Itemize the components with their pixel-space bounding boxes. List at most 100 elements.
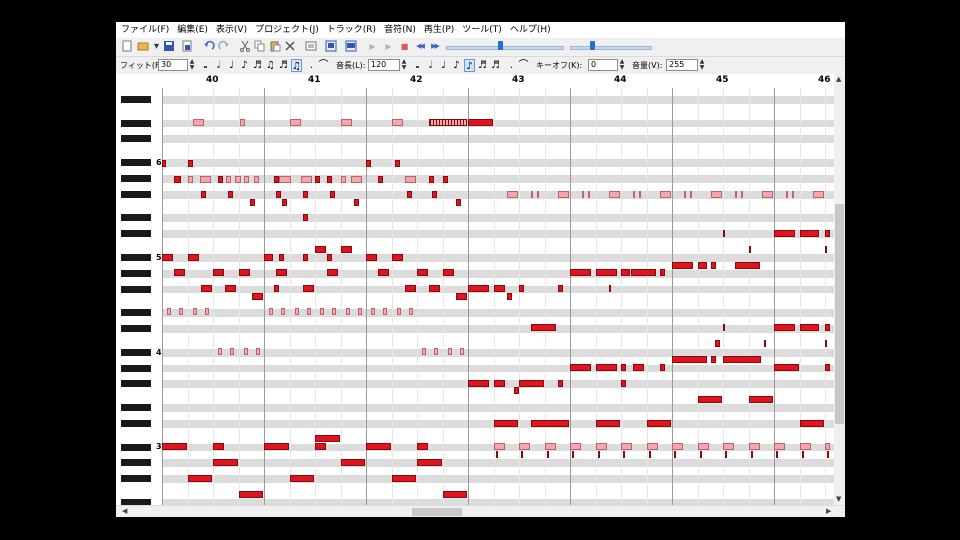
black-key[interactable] [121, 285, 151, 293]
note-unselected[interactable] [697, 443, 709, 450]
note-selected[interactable] [597, 451, 600, 458]
quarter-note-button[interactable]: ♩ [226, 59, 237, 72]
note-selected[interactable] [429, 119, 467, 126]
note-selected[interactable] [595, 269, 617, 276]
black-key[interactable] [121, 269, 151, 277]
note-unselected[interactable] [659, 191, 671, 198]
note-unselected[interactable] [281, 308, 286, 315]
length-sixteenth-button[interactable]: ♪ [464, 59, 475, 72]
note-unselected[interactable] [761, 191, 773, 198]
black-key[interactable] [121, 174, 151, 182]
rewind-icon[interactable]: ◀◀ [413, 40, 426, 53]
note-selected[interactable] [394, 160, 400, 167]
note-selected[interactable] [327, 254, 333, 261]
piano-keyboard[interactable]: 6 5 4 3 [120, 74, 162, 506]
note-unselected[interactable] [588, 191, 591, 198]
sixteenth-note-button[interactable]: ♬ [252, 59, 263, 72]
note-selected[interactable] [621, 269, 631, 276]
note-unselected[interactable] [391, 119, 403, 126]
note-selected[interactable] [557, 380, 563, 387]
note-selected[interactable] [225, 285, 237, 292]
note-selected[interactable] [531, 324, 556, 331]
note-unselected[interactable] [621, 443, 633, 450]
note-selected[interactable] [330, 191, 336, 198]
note-unselected[interactable] [179, 308, 184, 315]
note-selected[interactable] [723, 356, 761, 363]
note-unselected[interactable] [608, 191, 620, 198]
note-grid[interactable] [162, 88, 834, 505]
note-selected[interactable] [274, 285, 280, 292]
note-unselected[interactable] [383, 308, 388, 315]
note-selected[interactable] [513, 387, 519, 394]
half-note-button[interactable]: 𝅗𝅥 [213, 59, 224, 72]
note-unselected[interactable] [204, 308, 209, 315]
note-unselected[interactable] [357, 308, 362, 315]
length-sixty-fourth-button[interactable]: ♬ [490, 59, 501, 72]
note-selected[interactable] [238, 491, 263, 498]
play-from-cursor-icon[interactable]: ▶ [382, 40, 395, 53]
mixer-icon[interactable] [344, 40, 357, 53]
note-selected[interactable] [493, 420, 518, 427]
note-selected[interactable] [174, 269, 186, 276]
properties-icon[interactable] [304, 40, 317, 53]
note-selected[interactable] [825, 246, 828, 253]
length-tie-button[interactable]: ⌒ [518, 59, 529, 72]
note-selected[interactable] [162, 443, 187, 450]
note-selected[interactable] [776, 451, 779, 458]
note-selected[interactable] [406, 191, 412, 198]
note-selected[interactable] [825, 364, 831, 371]
note-unselected[interactable] [748, 443, 760, 450]
note-unselected[interactable] [582, 191, 585, 198]
length-whole-button[interactable]: 𝅝 [412, 59, 423, 72]
menu-project[interactable]: プロジェクト(J) [252, 22, 322, 38]
note-selected[interactable] [302, 254, 308, 261]
note-selected[interactable] [187, 475, 212, 482]
note-selected[interactable] [621, 364, 627, 371]
note-selected[interactable] [442, 176, 448, 183]
black-key[interactable] [121, 95, 151, 103]
note-unselected[interactable] [371, 308, 376, 315]
note-selected[interactable] [353, 199, 359, 206]
note-selected[interactable] [162, 160, 167, 167]
note-selected[interactable] [827, 451, 830, 458]
black-key[interactable] [121, 380, 151, 388]
note-selected[interactable] [315, 246, 327, 253]
note-unselected[interactable] [279, 176, 291, 183]
note-unselected[interactable] [459, 348, 464, 355]
note-selected[interactable] [750, 451, 753, 458]
note-selected[interactable] [213, 269, 225, 276]
dot-button[interactable]: . [306, 59, 317, 72]
note-selected[interactable] [570, 269, 592, 276]
note-unselected[interactable] [723, 443, 735, 450]
note-unselected[interactable] [531, 191, 534, 198]
note-selected[interactable] [697, 396, 722, 403]
note-unselected[interactable] [340, 176, 346, 183]
note-unselected[interactable] [235, 176, 241, 183]
note-selected[interactable] [238, 269, 250, 276]
scroll-down-icon[interactable]: ▼ [836, 495, 841, 503]
cut-icon[interactable] [238, 40, 251, 53]
length-thirty-second-button[interactable]: ♬ [477, 59, 488, 72]
length-spinner[interactable]: ▲ ▼ [400, 59, 408, 71]
black-key[interactable] [121, 404, 151, 411]
note-unselected[interactable] [255, 348, 260, 355]
note-selected[interactable] [672, 262, 694, 269]
note-selected[interactable] [531, 420, 569, 427]
note-selected[interactable] [623, 451, 626, 458]
new-file-icon[interactable] [120, 40, 133, 53]
paste-icon[interactable] [268, 40, 281, 53]
note-unselected[interactable] [269, 308, 274, 315]
note-selected[interactable] [302, 285, 314, 292]
note-unselected[interactable] [570, 443, 582, 450]
note-selected[interactable] [429, 285, 441, 292]
note-selected[interactable] [249, 199, 255, 206]
note-selected[interactable] [774, 364, 799, 371]
note-unselected[interactable] [243, 176, 249, 183]
note-selected[interactable] [391, 475, 416, 482]
measure-ruler[interactable]: 40 41 42 43 44 45 46 [162, 74, 834, 89]
black-key[interactable] [121, 230, 151, 238]
save-as-icon[interactable] [180, 40, 193, 53]
redo-icon[interactable] [217, 40, 230, 53]
scroll-right-icon[interactable]: ▶ [826, 507, 831, 515]
open-folder-icon[interactable] [136, 40, 149, 53]
